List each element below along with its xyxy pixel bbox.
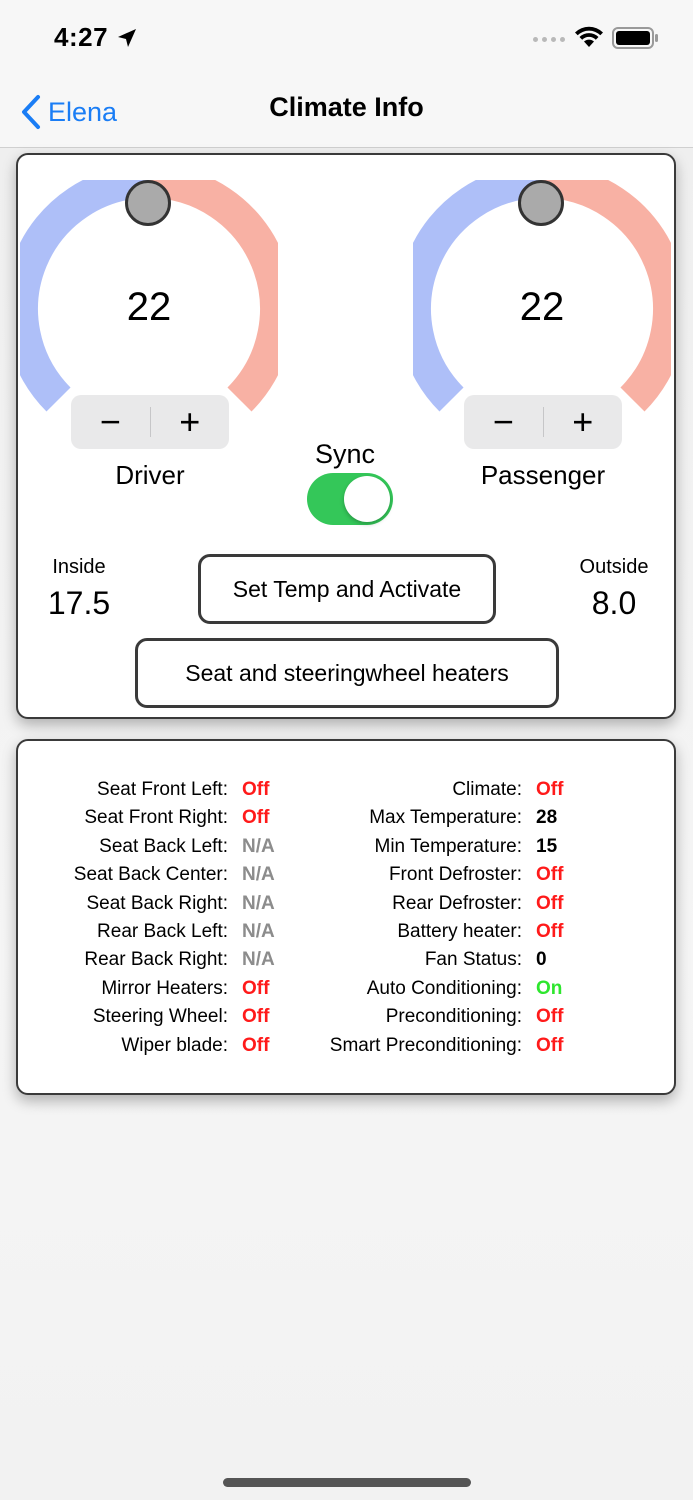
status-label: Seat Back Center: — [73, 864, 228, 886]
passenger-increase-button[interactable]: + — [544, 395, 623, 449]
status-label: Rear Defroster: — [392, 892, 522, 914]
set-temp-activate-button[interactable]: Set Temp and Activate — [198, 554, 496, 624]
status-row: Fan Status: 0 — [268, 949, 547, 977]
status-row: Seat Front Right: Off — [38, 807, 269, 835]
status-label: Smart Preconditioning: — [329, 1034, 522, 1056]
status-row: Seat Back Right: N/A — [38, 892, 274, 921]
status-row: Smart Preconditioning: Off — [268, 1034, 564, 1063]
status-row: Max Temperature: 28 — [268, 807, 557, 835]
status-row: Preconditioning: Off — [268, 1006, 564, 1034]
cellular-signal-icon — [533, 37, 565, 42]
status-label: Seat Back Right: — [86, 892, 228, 914]
wifi-icon — [575, 26, 603, 47]
sync-toggle[interactable] — [307, 473, 393, 525]
status-value: Off — [242, 977, 270, 999]
status-row: Rear Defroster: Off — [268, 893, 563, 921]
status-value: Off — [242, 807, 270, 829]
status-label: Min Temperature: — [374, 835, 523, 857]
location-arrow-icon — [118, 29, 136, 47]
status-row: Seat Front Left: Off — [38, 779, 269, 807]
status-label: Wiper blade: — [121, 1034, 228, 1056]
status-row: Climate: Off — [268, 779, 563, 807]
status-value: Off — [536, 1034, 564, 1056]
driver-increase-button[interactable]: + — [151, 395, 230, 449]
driver-label: Driver — [115, 460, 185, 490]
driver-dial-knob[interactable] — [125, 180, 171, 226]
status-value: On — [536, 977, 563, 999]
status-row: Seat Back Center: N/A — [38, 864, 275, 892]
status-label: Seat Front Right: — [84, 807, 228, 829]
sync-toggle-knob — [344, 476, 390, 522]
status-value: Off — [242, 1034, 270, 1056]
status-label: Mirror Heaters: — [101, 977, 228, 999]
inside-temperature: 17.5 — [47, 585, 111, 621]
status-card: Seat Front Left: Off Seat Front Right: Off S… — [16, 739, 676, 1095]
sync-label: Sync — [314, 439, 376, 469]
climate-control-card: 22 − + Driver 22 − + Passenger Sync Insi… — [16, 153, 676, 719]
status-label: Front Defroster: — [388, 864, 522, 886]
status-value: Off — [536, 1006, 564, 1028]
status-row: Wiper blade: Off — [38, 1035, 269, 1063]
status-value: Off — [242, 779, 270, 800]
driver-stepper: − + — [71, 395, 229, 449]
status-row: Rear Back Right: N/A — [38, 949, 274, 977]
top-bar: 4:27 Elena Climate Info — [0, 0, 693, 148]
driver-decrease-button[interactable]: − — [71, 395, 150, 449]
status-row: Front Defroster: Off — [268, 864, 563, 892]
status-row: Steering Wheel: Off — [38, 1006, 270, 1034]
status-label: Seat Back Left: — [99, 835, 228, 857]
status-row: Auto Conditioning: On — [268, 977, 563, 1006]
status-value: Off — [536, 892, 564, 914]
status-label: Max Temperature: — [369, 807, 522, 829]
status-label: Steering Wheel: — [92, 1006, 228, 1028]
status-label: Rear Back Left: — [97, 921, 228, 942]
status-row: Seat Back Left: N/A — [38, 836, 275, 864]
status-row: Battery heater: Off — [268, 921, 563, 949]
passenger-stepper: − + — [464, 395, 622, 449]
status-value: Off — [242, 1006, 270, 1028]
status-row: Min Temperature: 15 — [268, 835, 558, 864]
status-value: Off — [536, 921, 564, 942]
status-label: Auto Conditioning: — [366, 977, 522, 999]
passenger-temperature-value: 22 — [519, 285, 565, 329]
status-label: Preconditioning: — [385, 1006, 522, 1028]
page-title: Climate Info — [269, 92, 424, 122]
status-label: Rear Back Right: — [84, 949, 228, 971]
status-row: Rear Back Left: N/A — [38, 921, 275, 949]
status-value: 15 — [536, 835, 558, 857]
home-indicator — [223, 1478, 471, 1487]
status-value: Off — [536, 864, 564, 886]
passenger-label: Passenger — [480, 460, 606, 490]
driver-temperature-value: 22 — [126, 285, 172, 329]
status-value: 0 — [536, 949, 547, 971]
status-label: Climate: — [452, 779, 522, 800]
outside-label: Outside — [579, 556, 649, 578]
status-time: 4:27 — [54, 22, 109, 52]
status-value: 28 — [536, 807, 558, 829]
status-label: Fan Status: — [424, 949, 522, 971]
passenger-decrease-button[interactable]: − — [464, 395, 543, 449]
status-value: Off — [536, 779, 564, 800]
status-row: Mirror Heaters: Off — [38, 978, 269, 1006]
outside-temperature: 8.0 — [591, 585, 637, 621]
seat-steeringwheel-heaters-button[interactable]: Seat and steeringwheel heaters — [135, 638, 559, 708]
battery-icon — [612, 27, 658, 49]
status-label: Battery heater: — [397, 921, 522, 942]
passenger-dial-knob[interactable] — [518, 180, 564, 226]
inside-label: Inside — [52, 556, 106, 578]
status-label: Seat Front Left: — [97, 779, 228, 800]
